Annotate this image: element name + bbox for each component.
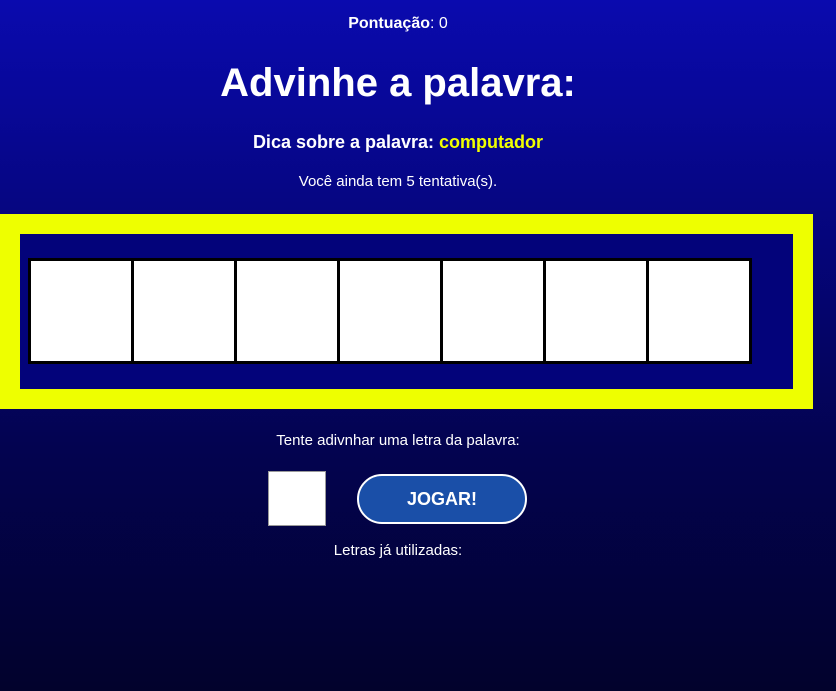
play-button[interactable]: JOGAR! <box>357 474 527 524</box>
used-letters-label: Letras já utilizadas: <box>333 542 463 559</box>
hint-label: Dica sobre a palavra: <box>252 132 440 152</box>
letter-slot <box>646 258 752 364</box>
letter-slot <box>28 258 134 364</box>
score-separator: : <box>430 15 439 32</box>
letter-input[interactable] <box>268 471 326 526</box>
page-title: Advinhe a palavra: <box>220 61 576 105</box>
guess-prompt: Tente adivnhar uma letra da palavra: <box>276 432 520 449</box>
word-frame <box>0 214 813 409</box>
letter-slot <box>131 258 237 364</box>
score-value: 0 <box>438 15 448 32</box>
letter-slot <box>440 258 546 364</box>
score-label: Pontuação <box>348 15 430 32</box>
hint-word: computador <box>439 132 544 152</box>
letter-slot <box>234 258 340 364</box>
letter-slot <box>543 258 649 364</box>
letter-slots <box>28 258 752 364</box>
score-display: Pontuação: 0 <box>0 15 796 33</box>
letter-slot <box>337 258 443 364</box>
hint-line: Dica sobre a palavra: computador <box>0 132 796 153</box>
attempts-remaining: Você ainda tem 5 tentativa(s). <box>298 173 498 190</box>
